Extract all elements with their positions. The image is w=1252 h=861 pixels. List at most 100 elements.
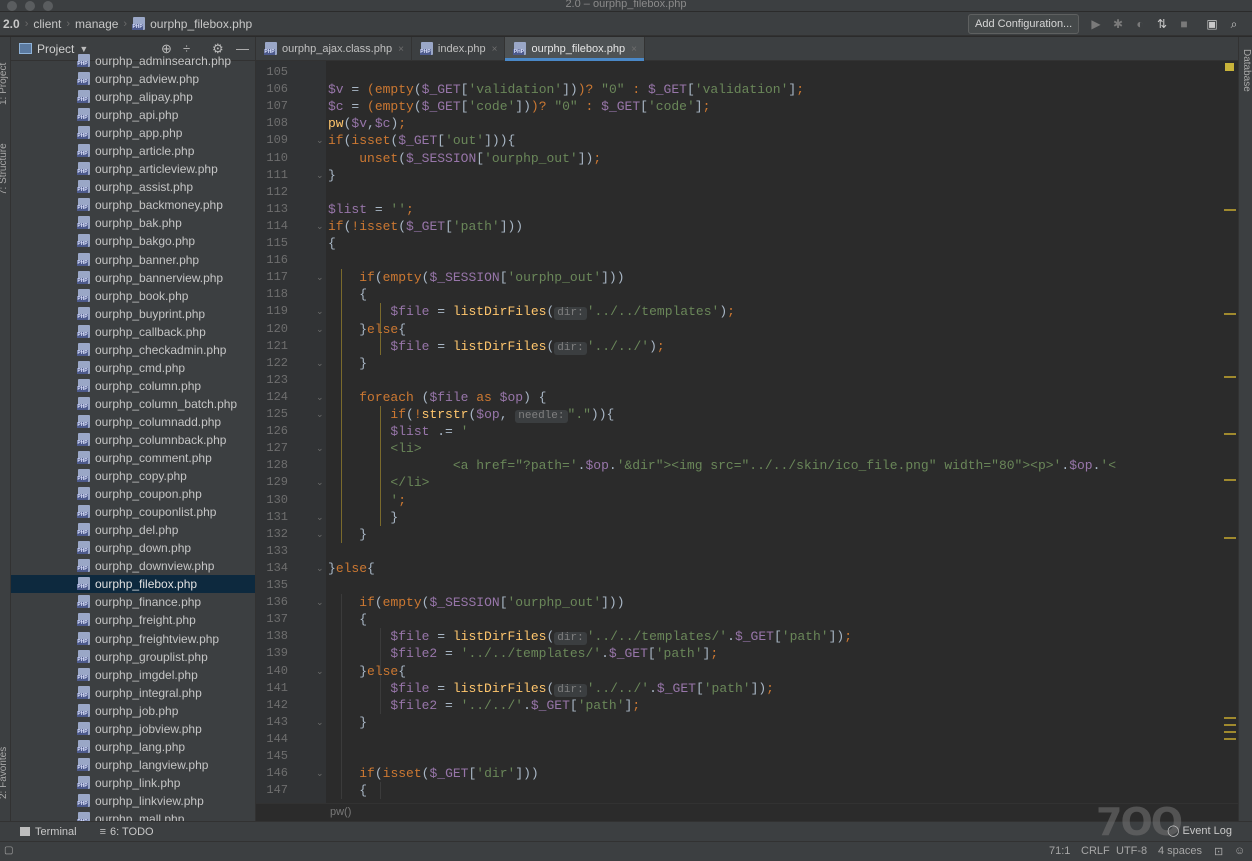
fold-marker-icon[interactable]: ⌄ (316, 409, 325, 420)
code-line[interactable]: pw($v,$c); (328, 115, 406, 132)
file-tree-item[interactable]: PHP ourphp_down.php (11, 539, 255, 557)
code-line[interactable]: }else{ (328, 321, 406, 338)
code-line[interactable]: { (328, 235, 336, 252)
file-tree-item[interactable]: PHPourphp_mall.php (11, 810, 255, 821)
code-line[interactable]: </li> (328, 474, 429, 491)
file-tree-item[interactable]: PHP ourphp_articleview.php (11, 160, 255, 178)
warning-marker[interactable] (1224, 479, 1236, 481)
fold-marker-icon[interactable]: ⌄ (316, 768, 325, 779)
attach-icon[interactable]: ⇅ (1154, 16, 1170, 32)
file-tree-item[interactable]: PHP ourphp_api.php (11, 106, 255, 124)
file-tree-item[interactable]: PHP ourphp_link.php (11, 774, 255, 792)
file-tree-item[interactable]: PHP ourphp_banner.php (11, 251, 255, 269)
terminal-tool-button[interactable]: Terminal (0, 822, 86, 842)
code-line[interactable]: $list = ''; (328, 201, 414, 218)
debug-icon[interactable]: ✱ (1110, 16, 1126, 32)
warning-marker[interactable] (1224, 738, 1236, 740)
warning-marker[interactable] (1224, 433, 1236, 435)
fold-marker-icon[interactable]: ⌄ (316, 666, 325, 677)
search-icon[interactable]: ⌕ (1226, 16, 1242, 32)
fold-marker-icon[interactable]: ⌄ (316, 563, 325, 574)
file-encoding[interactable]: UTF-8 (1116, 845, 1147, 857)
fold-marker-icon[interactable]: ⌄ (316, 529, 325, 540)
warning-marker[interactable] (1224, 731, 1236, 733)
close-tab-icon[interactable]: × (492, 44, 498, 55)
file-tree-item[interactable]: PHP ourphp_app.php (11, 124, 255, 142)
code-line[interactable]: }else{ (328, 560, 375, 577)
file-tree-item[interactable]: PHP ourphp_article.php (11, 142, 255, 160)
tool-project-label[interactable]: 1: Project (0, 63, 9, 105)
warning-marker[interactable] (1224, 724, 1236, 726)
file-tree-item[interactable]: PHP ourphp_adview.php (11, 70, 255, 88)
file-tree-item[interactable]: PHP ourphp_comment.php (11, 449, 255, 467)
file-tree-item[interactable]: PHP ourphp_coupon.php (11, 485, 255, 503)
code-line[interactable]: $c = (empty($_GET['code']))? "0" : $_GET… (328, 98, 710, 115)
tool-database-label[interactable]: Database (1241, 49, 1252, 92)
warning-marker[interactable] (1224, 376, 1236, 378)
code-line[interactable]: } (328, 714, 367, 731)
fold-marker-icon[interactable]: ⌄ (316, 272, 325, 283)
warning-marker[interactable] (1224, 209, 1236, 211)
code-line[interactable]: <a href="?path='.$op.'&dir"><img src="..… (328, 457, 1116, 474)
line-separator[interactable]: CRLF (1081, 845, 1110, 857)
file-tree-item[interactable]: PHP ourphp_imgdel.php (11, 666, 255, 684)
code-line[interactable]: if(!strstr($op, needle: ".")){ (328, 406, 614, 423)
file-tree-item[interactable]: PHP ourphp_job.php (11, 702, 255, 720)
warning-marker[interactable] (1225, 63, 1234, 71)
file-tree-item[interactable]: PHP ourphp_adminsearch.php (11, 52, 255, 70)
file-tree-item[interactable]: PHP ourphp_langview.php (11, 756, 255, 774)
fold-marker-icon[interactable]: ⌄ (316, 477, 325, 488)
fold-marker-icon[interactable]: ⌄ (316, 597, 325, 608)
code-line[interactable]: if(isset($_GET['out'])){ (328, 132, 515, 149)
code-line[interactable]: <li> (328, 440, 421, 457)
caret-position[interactable]: 71:1 (1049, 845, 1070, 857)
code-line[interactable]: { (328, 611, 367, 628)
todo-tool-button[interactable]: ≡ 6: TODO (86, 822, 163, 842)
fold-marker-icon[interactable]: ⌄ (316, 717, 325, 728)
code-line[interactable]: { (328, 286, 367, 303)
file-tree-item[interactable]: PHP ourphp_bakgo.php (11, 232, 255, 250)
file-tree-item[interactable]: PHP ourphp_bak.php (11, 214, 255, 232)
fold-marker-icon[interactable]: ⌄ (316, 135, 325, 146)
coverage-icon[interactable]: ◐ (1132, 16, 1148, 32)
code-line[interactable]: $v = (empty($_GET['validation']))? "0" :… (328, 81, 804, 98)
code-line[interactable]: if(isset($_GET['dir'])) (328, 765, 539, 782)
event-log-button[interactable]: ◯ Event Log (1167, 824, 1232, 837)
error-stripe[interactable] (1222, 61, 1238, 803)
code-line[interactable]: $file2 = '../../'.$_GET['path']; (328, 697, 640, 714)
code-line[interactable]: $file = listDirFiles(dir: '../../'.$_GET[… (328, 680, 774, 697)
line-number-gutter[interactable]: 105 106 107 108 109 ⌄ 110 111 ⌄ 112 113 114 ⌄ 115 116 1… (256, 61, 326, 803)
code-line[interactable]: if(!isset($_GET['path'])) (328, 218, 523, 235)
warning-marker[interactable] (1224, 717, 1236, 719)
tool-favorites-label[interactable]: 2: Favorites (0, 747, 9, 799)
file-tree-item[interactable]: PHP ourphp_downview.php (11, 557, 255, 575)
indent-setting[interactable]: 4 spaces (1158, 845, 1202, 857)
warning-marker[interactable] (1224, 537, 1236, 539)
code-editor[interactable]: 105 106 107 108 109 ⌄ 110 111 ⌄ 112 113 114 ⌄ 115 116 1… (256, 61, 1238, 803)
file-tree-item[interactable]: PHP ourphp_columnadd.php (11, 413, 255, 431)
code-line[interactable]: if(empty($_SESSION['ourphp_out'])) (328, 269, 624, 286)
file-tree-item[interactable]: PHP ourphp_assist.php (11, 178, 255, 196)
file-tree-item[interactable]: PHP ourphp_linkview.php (11, 792, 255, 810)
editor-tab[interactable]: PHP index.php × (412, 37, 506, 61)
run-icon[interactable]: ▶ (1088, 16, 1104, 32)
tool-structure-label[interactable]: 7: Structure (0, 143, 9, 195)
code-line[interactable]: $list .= ' (328, 423, 468, 440)
code-line[interactable]: { (328, 782, 367, 799)
code-line[interactable]: unset($_SESSION['ourphp_out']); (328, 150, 601, 167)
close-tab-icon[interactable]: × (631, 44, 637, 55)
file-tree-item[interactable]: PHP ourphp_book.php (11, 287, 255, 305)
stop-icon[interactable]: ■ (1176, 16, 1192, 32)
file-tree-item[interactable]: PHP ourphp_copy.php (11, 467, 255, 485)
breadcrumb-file[interactable]: PHP ourphp_filebox.php (129, 12, 255, 36)
file-tree-item[interactable]: PHP ourphp_bannerview.php (11, 269, 255, 287)
breadcrumb-project[interactable]: 2.0 (0, 12, 23, 36)
fold-marker-icon[interactable]: ⌄ (316, 392, 325, 403)
file-tree-item[interactable]: PHP ourphp_column.php (11, 377, 255, 395)
tool-windows-icon[interactable]: ▢ (4, 845, 13, 856)
file-tree-item[interactable]: PHP ourphp_checkadmin.php (11, 341, 255, 359)
code-line[interactable]: foreach ($file as $op) { (328, 389, 546, 406)
breadcrumb-client[interactable]: client (30, 12, 64, 36)
fold-marker-icon[interactable]: ⌄ (316, 512, 325, 523)
code-line[interactable]: } (328, 167, 336, 184)
